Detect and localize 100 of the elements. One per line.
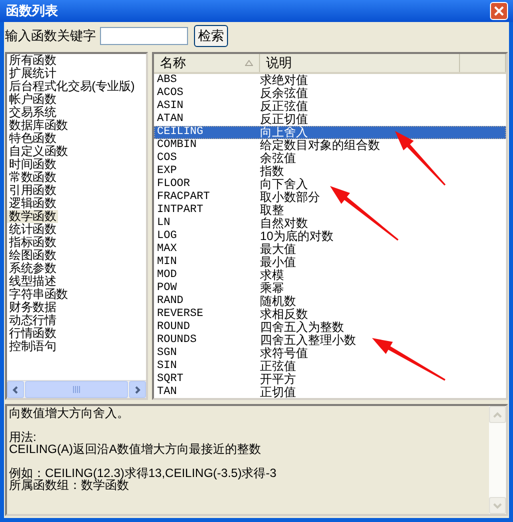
scroll-right-icon[interactable] bbox=[134, 386, 141, 394]
table-row[interactable]: LOG 10为底的对数 bbox=[154, 230, 506, 243]
function-description: 最大值 bbox=[260, 243, 296, 256]
table-row[interactable]: COMBIN 给定数目对象的组合数 bbox=[154, 139, 506, 152]
function-name: FRACPART bbox=[156, 191, 211, 204]
function-description: 反正切值 bbox=[260, 113, 308, 126]
category-item[interactable]: 指标函数 bbox=[7, 236, 58, 249]
category-item[interactable]: 数学函数 bbox=[7, 210, 58, 223]
function-name: MAX bbox=[156, 243, 178, 256]
table-row[interactable]: REVERSE 求相反数 bbox=[154, 308, 506, 321]
category-item[interactable]: 后台程式化交易(专业版) bbox=[7, 80, 137, 93]
scroll-down-icon[interactable] bbox=[493, 502, 502, 508]
table-row[interactable]: LN 自然对数 bbox=[154, 217, 506, 230]
category-item[interactable]: 财务数据 bbox=[7, 301, 58, 314]
function-description: 最小值 bbox=[260, 256, 296, 269]
table-row[interactable]: TAN 正切值 bbox=[154, 386, 506, 398]
column-header[interactable]: 说明 bbox=[260, 54, 460, 72]
table-row[interactable]: ROUND 四舍五入为整数 bbox=[154, 321, 506, 334]
table-row[interactable]: RAND 随机数 bbox=[154, 295, 506, 308]
table-row[interactable]: ACOS 反余弦值 bbox=[154, 87, 506, 100]
function-description: 向下舍入 bbox=[260, 178, 308, 191]
function-description: 开平方 bbox=[260, 373, 296, 386]
search-field[interactable] bbox=[100, 27, 188, 45]
close-icon bbox=[494, 6, 504, 16]
category-item[interactable]: 数据库函数 bbox=[7, 119, 70, 132]
column-header[interactable]: 名称 bbox=[154, 54, 260, 72]
function-description: 求符号值 bbox=[260, 347, 308, 360]
table-row[interactable]: EXP 指数 bbox=[154, 165, 506, 178]
function-name: SGN bbox=[156, 347, 178, 360]
function-name: RAND bbox=[156, 295, 184, 308]
table-row[interactable]: MOD 求模 bbox=[154, 269, 506, 282]
function-name: SIN bbox=[156, 360, 178, 373]
function-name: ATAN bbox=[156, 113, 184, 126]
category-item[interactable]: 系统参数 bbox=[7, 262, 58, 275]
function-name: ABS bbox=[156, 74, 178, 87]
table-row[interactable]: ABS 求绝对值 bbox=[154, 74, 506, 87]
function-description: 求绝对值 bbox=[260, 74, 308, 87]
category-item[interactable]: 常数函数 bbox=[7, 171, 58, 184]
category-item[interactable]: 所有函数 bbox=[7, 54, 58, 67]
function-description: 随机数 bbox=[260, 295, 296, 308]
column-label: 名称 bbox=[160, 54, 186, 72]
window-title: 函数列表 bbox=[6, 2, 58, 20]
category-item[interactable]: 绘图函数 bbox=[7, 249, 58, 262]
table-row[interactable]: FLOOR 向下舍入 bbox=[154, 178, 506, 191]
function-name: CEILING bbox=[156, 126, 204, 139]
table-row[interactable]: ASIN 反正弦值 bbox=[154, 100, 506, 113]
category-item[interactable]: 控制语句 bbox=[7, 340, 58, 353]
category-item[interactable]: 字符串函数 bbox=[7, 288, 70, 301]
category-item[interactable]: 统计函数 bbox=[7, 223, 58, 236]
function-name: ROUNDS bbox=[156, 334, 198, 347]
table-row[interactable]: SIN 正弦值 bbox=[154, 360, 506, 373]
function-description: 反余弦值 bbox=[260, 87, 308, 100]
scroll-left-icon[interactable] bbox=[12, 386, 19, 394]
table-row[interactable]: FRACPART 取小数部分 bbox=[154, 191, 506, 204]
table-row[interactable]: SGN 求符号值 bbox=[154, 347, 506, 360]
category-item[interactable]: 行情函数 bbox=[7, 327, 58, 340]
description-line: 例如：CEILING(12.3)求得13,CEILING(-3.5)求得-3 bbox=[9, 467, 278, 479]
function-description: 四舍五入整理小数 bbox=[260, 334, 356, 347]
function-description: 正弦值 bbox=[260, 360, 296, 373]
function-name: MIN bbox=[156, 256, 178, 269]
category-item[interactable]: 特色函数 bbox=[7, 132, 58, 145]
function-description: 自然对数 bbox=[260, 217, 308, 230]
category-item[interactable]: 线型描述 bbox=[7, 275, 58, 288]
table-row[interactable]: MAX 最大值 bbox=[154, 243, 506, 256]
table-row[interactable]: INTPART 取整 bbox=[154, 204, 506, 217]
column-label: 说明 bbox=[266, 54, 292, 72]
category-item[interactable]: 交易系统 bbox=[7, 106, 58, 119]
function-name: REVERSE bbox=[156, 308, 204, 321]
function-name: MOD bbox=[156, 269, 178, 282]
category-item[interactable]: 逻辑函数 bbox=[7, 197, 58, 210]
table-row[interactable]: ATAN 反正切值 bbox=[154, 113, 506, 126]
function-name: COS bbox=[156, 152, 178, 165]
category-item[interactable]: 自定义函数 bbox=[7, 145, 70, 158]
description-line: 所属函数组：数学函数 bbox=[9, 479, 129, 491]
category-item[interactable]: 动态行情 bbox=[7, 314, 58, 327]
table-row[interactable]: SQRT 开平方 bbox=[154, 373, 506, 386]
category-item[interactable]: 引用函数 bbox=[7, 184, 58, 197]
search-button[interactable]: 检索 bbox=[194, 25, 228, 47]
table-row[interactable]: MIN 最小值 bbox=[154, 256, 506, 269]
description-line: CEILING(A)返回沿A数值增大方向最接近的整数 bbox=[9, 443, 262, 455]
table-row[interactable]: ROUNDS 四舍五入整理小数 bbox=[154, 334, 506, 347]
function-description: 求相反数 bbox=[260, 308, 308, 321]
function-name: FLOOR bbox=[156, 178, 192, 191]
category-item[interactable]: 帐户函数 bbox=[7, 93, 58, 106]
function-description: 反正弦值 bbox=[260, 100, 308, 113]
category-item[interactable]: 时间函数 bbox=[7, 158, 58, 171]
function-name: EXP bbox=[156, 165, 178, 178]
function-name: POW bbox=[156, 282, 178, 295]
function-description: 指数 bbox=[260, 165, 284, 178]
scroll-up-icon[interactable] bbox=[493, 412, 502, 418]
category-item[interactable]: 扩展统计 bbox=[7, 67, 58, 80]
table-row[interactable]: CEILING 向上舍入 bbox=[154, 126, 506, 139]
function-name: COMBIN bbox=[156, 139, 198, 152]
scroll-thumb-icon[interactable] bbox=[72, 386, 80, 393]
table-row[interactable]: COS 余弦值 bbox=[154, 152, 506, 165]
table-row[interactable]: POW 乘幂 bbox=[154, 282, 506, 295]
close-button[interactable] bbox=[490, 2, 508, 20]
function-name: ROUND bbox=[156, 321, 192, 334]
annotation-arrow bbox=[395, 131, 446, 186]
function-description: 给定数目对象的组合数 bbox=[260, 139, 380, 152]
